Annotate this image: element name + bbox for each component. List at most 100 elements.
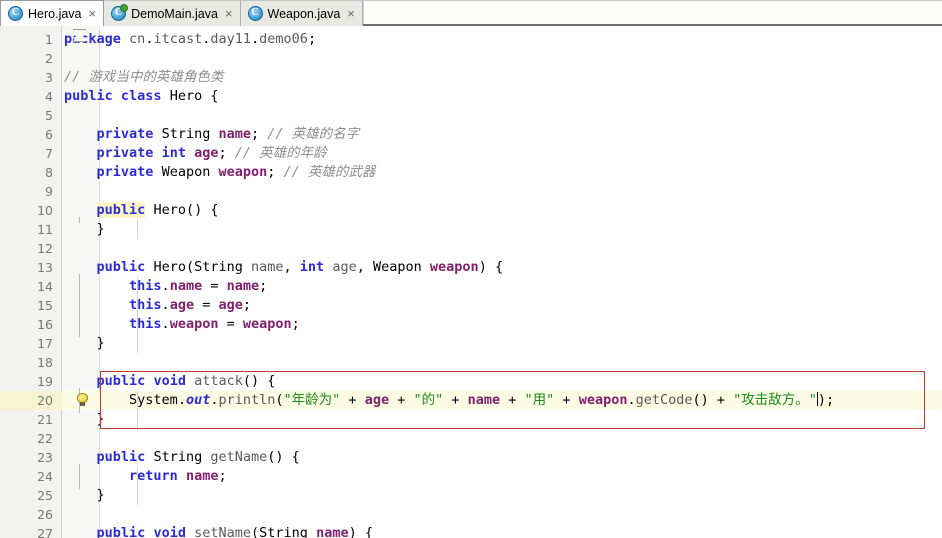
code-text[interactable]: public void setName(String name) { [64, 524, 373, 538]
code-line-24[interactable]: 24 return name; [0, 467, 942, 486]
line-number: 2 [45, 51, 53, 66]
tab-weapon-java[interactable]: C Weapon.java × [240, 0, 363, 26]
code-text[interactable]: } [64, 334, 105, 353]
java-class-icon-letter: C [11, 7, 20, 18]
code-line-5[interactable]: 5 [0, 106, 942, 125]
tab-bar-empty-area [362, 0, 942, 24]
line-number: 10 [37, 203, 53, 218]
code-text[interactable]: return name; [64, 467, 227, 486]
code-line-25[interactable]: 25 } [0, 486, 942, 505]
line-number: 26 [37, 507, 53, 522]
text-caret [816, 392, 818, 406]
code-line-23[interactable]: 23 public String getName() { [0, 448, 942, 467]
tab-hero-java[interactable]: C Hero.java × [0, 0, 105, 26]
line-number: 18 [37, 355, 53, 370]
line-number: 9 [45, 184, 53, 199]
code-line-27[interactable]: 27 public void setName(String name) { [0, 524, 942, 538]
line-number: 22 [37, 431, 53, 446]
tab-close-icon[interactable]: × [345, 7, 355, 20]
code-line-21[interactable]: 21 } [0, 410, 942, 429]
code-text[interactable]: public String getName() { [64, 448, 300, 467]
code-text[interactable]: public void attack() { [64, 372, 276, 391]
code-line-16[interactable]: 16 this.weapon = weapon; [0, 315, 942, 334]
code-text[interactable]: private int age; // 英雄的年龄 [64, 144, 327, 163]
line-number: 27 [37, 526, 53, 538]
code-text[interactable]: } [64, 410, 105, 429]
line-number: 4 [45, 89, 53, 104]
code-line-22[interactable]: 22 [0, 429, 942, 448]
editor-body[interactable]: 1 package cn.itcast.day11.demo06; 2 3// 游戏当… [0, 26, 942, 538]
line-number: 5 [45, 108, 53, 123]
code-line-9[interactable]: 9 [0, 182, 942, 201]
code-line-4[interactable]: 4 public class Hero { [0, 87, 942, 106]
line-number: 15 [37, 298, 53, 313]
code-line-6[interactable]: 6 private String name; // 英雄的名字 [0, 125, 942, 144]
code-text[interactable]: private String name; // 英雄的名字 [64, 125, 360, 144]
code-line-14[interactable]: 14 this.name = name; [0, 277, 942, 296]
fold-connector-line [79, 217, 80, 223]
code-line-13[interactable]: 13 public Hero(String name, int age, Wea… [0, 258, 942, 277]
code-line-11[interactable]: 11 } [0, 220, 942, 239]
code-line-17[interactable]: 17 } [0, 334, 942, 353]
line-number: 7 [45, 146, 53, 161]
line-number: 21 [37, 412, 53, 427]
tab-demomain-java[interactable]: C DemoMain.java × [104, 0, 241, 26]
code-text[interactable]: package cn.itcast.day11.demo06; [64, 30, 316, 49]
code-line-20[interactable]: 20 System.out.println("年龄为" + age + "的" … [0, 391, 942, 410]
line-number: 1 [45, 32, 53, 47]
code-text[interactable]: private Weapon weapon; // 英雄的武器 [64, 163, 376, 182]
code-line-26[interactable]: 26 [0, 505, 942, 524]
code-line-15[interactable]: 15 this.age = age; [0, 296, 942, 315]
tab-label: DemoMain.java [131, 6, 218, 21]
java-class-icon: C [8, 6, 23, 21]
line-number: 25 [37, 488, 53, 503]
tab-close-icon[interactable]: × [87, 7, 97, 20]
java-class-icon-letter: C [251, 7, 259, 18]
code-text[interactable]: // 游戏当中的英雄角色类 [64, 68, 223, 87]
line-number: 13 [37, 260, 53, 275]
code-text[interactable]: this.name = name; [64, 277, 267, 296]
code-line-7[interactable]: 7 private int age; // 英雄的年龄 [0, 144, 942, 163]
code-line-10[interactable]: 10 public Hero() { [0, 201, 942, 220]
code-text[interactable]: } [64, 220, 105, 239]
fold-connector-line [79, 464, 80, 489]
line-number: 23 [37, 450, 53, 465]
java-class-icon: C [111, 4, 129, 21]
line-number: 14 [37, 279, 53, 294]
code-text[interactable]: public class Hero { [64, 87, 218, 106]
line-number: 12 [37, 241, 53, 256]
fold-connector-line [79, 274, 80, 337]
code-text[interactable]: public Hero() { [64, 201, 218, 220]
line-number: 24 [37, 469, 53, 484]
tab-label: Hero.java [28, 6, 82, 21]
line-number: 17 [37, 336, 53, 351]
code-text[interactable]: System.out.println("年龄为" + age + "的" + n… [64, 391, 834, 410]
code-line-8[interactable]: 8 private Weapon weapon; // 英雄的武器 [0, 163, 942, 182]
editor-tab-bar: C Hero.java × C DemoMain.java × C Weapon… [0, 0, 942, 26]
tab-label: Weapon.java [267, 6, 341, 21]
code-line-18[interactable]: 18 [0, 353, 942, 372]
code-editor-window: C Hero.java × C DemoMain.java × C Weapon… [0, 0, 942, 538]
lightbulb-icon[interactable] [76, 393, 89, 407]
java-class-icon: C [247, 6, 263, 21]
line-number: 8 [45, 165, 53, 180]
indent-guide [137, 277, 138, 353]
code-text[interactable]: this.age = age; [64, 296, 251, 315]
code-line-12[interactable]: 12 [0, 239, 942, 258]
line-number: 16 [37, 317, 53, 332]
code-text[interactable]: this.weapon = weapon; [64, 315, 300, 334]
code-text[interactable]: public Hero(String name, int age, Weapon… [64, 258, 504, 277]
line-number: 19 [37, 374, 53, 389]
tab-close-icon[interactable]: × [223, 7, 233, 20]
code-text[interactable]: } [64, 486, 105, 505]
code-line-19[interactable]: 19 public void attack() { [0, 372, 942, 391]
line-number: 3 [45, 70, 53, 85]
code-line-2[interactable]: 2 [0, 49, 942, 68]
run-badge-icon [120, 4, 129, 12]
line-number: 6 [45, 127, 53, 142]
code-line-1[interactable]: 1 package cn.itcast.day11.demo06; [0, 30, 942, 49]
line-number: 20 [0, 391, 62, 410]
code-line-3[interactable]: 3 // 游戏当中的英雄角色类 [0, 68, 942, 87]
indent-guide [137, 391, 138, 429]
indent-guide [137, 220, 138, 239]
